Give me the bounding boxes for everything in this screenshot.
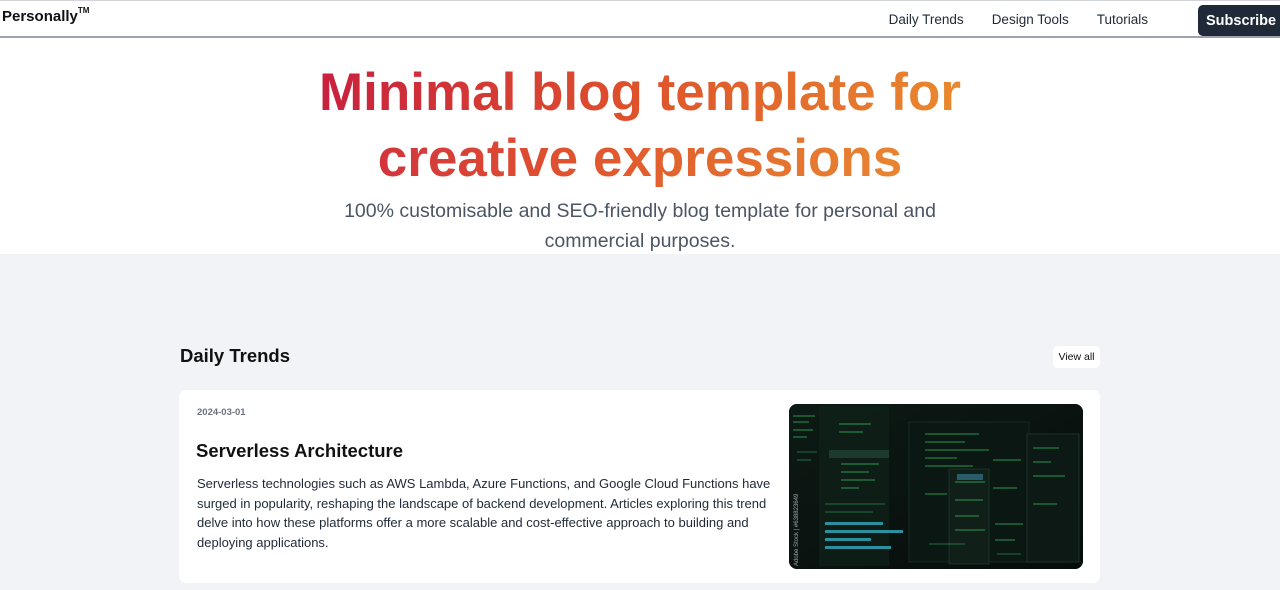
post-date: 2024-03-01 [197,407,246,418]
hero-section: Minimal blog template for creative expre… [0,40,1280,254]
nav-link-design-tools[interactable]: Design Tools [992,12,1069,27]
code-screen-illustration: Adobe Stock | #638823649 [789,404,1083,569]
hero-title-line-1: Minimal blog template for [319,63,961,122]
image-watermark: Adobe Stock | #638823649 [794,493,800,566]
nav-links: Daily Trends Design Tools Tutorials [889,12,1148,27]
section-title: Daily Trends [180,345,291,366]
daily-trends-section: Daily Trends View all 2024-03-01 Serverl… [0,254,1280,590]
brand-name: Personally [2,8,78,25]
hero-subtitle: 100% customisable and SEO-friendly blog … [344,200,936,252]
view-all-button[interactable]: View all [1053,346,1100,368]
top-navbar: PersonallyTM Daily Trends Design Tools T… [0,0,1280,38]
post-title[interactable]: Serverless Architecture [196,440,403,462]
hero-title: Minimal blog template for creative expre… [0,60,1280,192]
post-excerpt: Serverless technologies such as AWS Lamb… [197,476,771,550]
nav-link-tutorials[interactable]: Tutorials [1097,12,1148,27]
post-thumbnail-image[interactable]: Adobe Stock | #638823649 [789,404,1083,569]
subscribe-button[interactable]: Subscribe [1198,5,1280,36]
nav-link-daily-trends[interactable]: Daily Trends [889,12,964,27]
hero-title-line-2: creative expressions [377,129,903,188]
brand-logo[interactable]: PersonallyTM [2,6,90,25]
trademark-mark: TM [77,6,90,15]
post-card[interactable]: 2024-03-01 Serverless Architecture Serve… [179,390,1100,583]
